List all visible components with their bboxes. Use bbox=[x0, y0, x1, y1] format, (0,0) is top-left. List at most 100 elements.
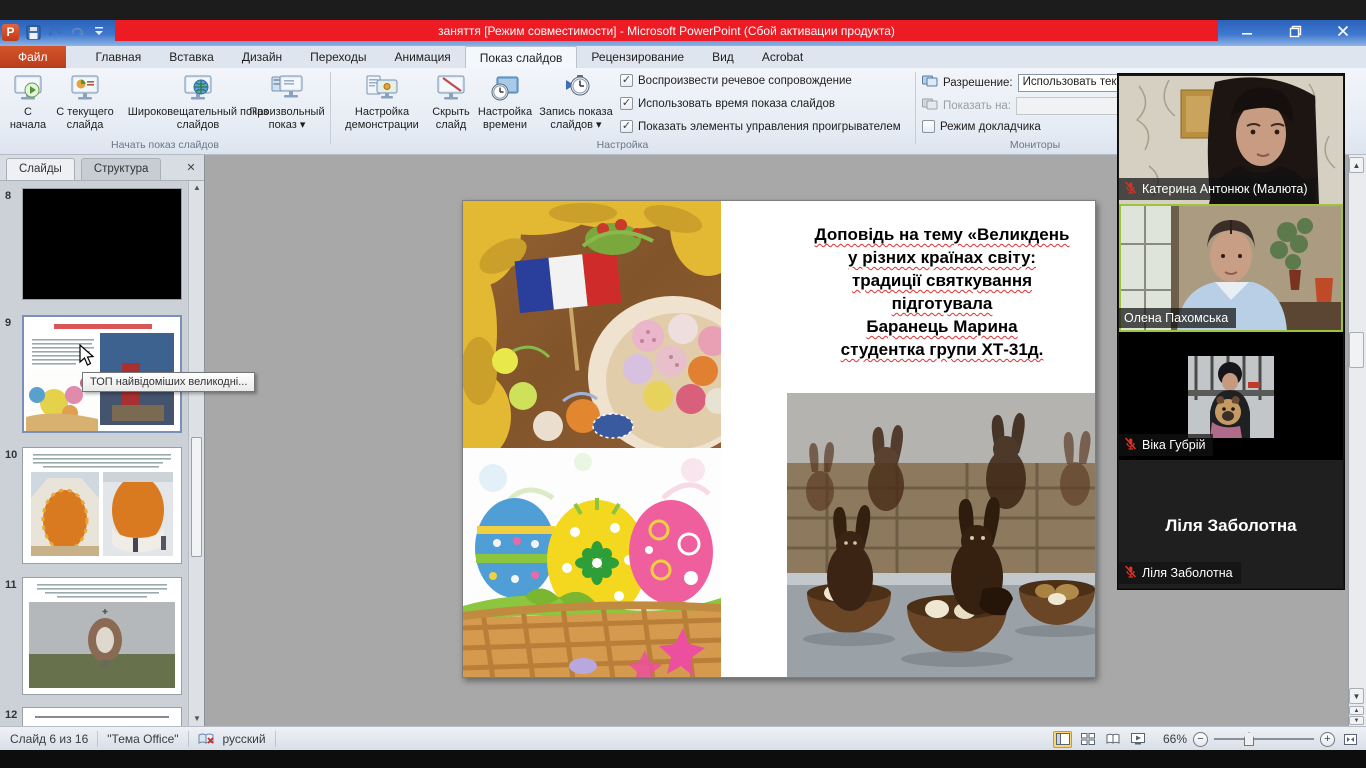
double-down-icon: ▼ bbox=[1354, 718, 1360, 724]
scroll-down-button[interactable]: ▼ bbox=[1349, 688, 1364, 704]
participant-name: Віка Губрій bbox=[1142, 438, 1205, 452]
fit-to-window-button[interactable] bbox=[1341, 731, 1360, 748]
tab-slideshow[interactable]: Показ слайдов bbox=[465, 46, 578, 68]
powerpoint-logo-icon[interactable]: P bbox=[2, 24, 19, 41]
clock-picture-icon bbox=[487, 72, 523, 106]
checkbox-unchecked-icon[interactable] bbox=[922, 120, 935, 133]
slide-counter: Слайд 6 из 16 bbox=[10, 732, 88, 746]
reading-view-button[interactable] bbox=[1103, 731, 1122, 748]
show-on-label: Показать на: bbox=[943, 100, 1011, 112]
from-current-slide-button[interactable]: С текущего слайда bbox=[52, 72, 118, 136]
scroll-down-icon[interactable]: ▼ bbox=[189, 712, 205, 726]
slide-title-text[interactable]: Доповідь на тему «Великдень у різних кра… bbox=[787, 223, 1096, 361]
normal-view-button[interactable] bbox=[1053, 731, 1072, 748]
close-button[interactable] bbox=[1328, 22, 1358, 40]
thumbnail-tooltip: ТОП найвідоміших великодні... bbox=[82, 372, 255, 392]
tab-home[interactable]: Главная bbox=[82, 46, 156, 68]
checkbox-checked-icon[interactable]: ✓ bbox=[620, 74, 633, 87]
tab-acrobat[interactable]: Acrobat bbox=[748, 46, 817, 68]
statusbar-separator bbox=[97, 731, 98, 747]
video-tile-participant-4[interactable]: Ліля Заболотна Ліля Заболотна bbox=[1119, 460, 1343, 588]
tab-file[interactable]: Файл bbox=[0, 46, 66, 68]
rehearse-timings-button[interactable]: Настройка времени bbox=[474, 72, 536, 136]
group-label-setup: Настройка bbox=[330, 139, 915, 151]
slide-text-line: у різних країнах світу: bbox=[787, 246, 1096, 269]
double-up-icon: ▲ bbox=[1354, 708, 1360, 714]
next-slide-button[interactable]: ▼ bbox=[1349, 716, 1364, 725]
statusbar-separator bbox=[188, 731, 189, 747]
scrollbar-thumb[interactable] bbox=[1349, 332, 1364, 368]
zoom-participants-panel[interactable]: Катерина Антонюк (Малюта) bbox=[1117, 73, 1345, 590]
undo-icon[interactable] bbox=[47, 24, 63, 40]
tab-review[interactable]: Рецензирование bbox=[577, 46, 698, 68]
ribbon-tab-bar: Файл Главная Вставка Дизайн Переходы Ани… bbox=[0, 46, 1366, 68]
tab-outline[interactable]: Структура bbox=[81, 158, 162, 180]
slide-thumbnail-11[interactable] bbox=[22, 577, 182, 695]
checkbox-show-media-controls[interactable]: ✓ Показать элементы управления проигрыва… bbox=[620, 120, 901, 133]
slide-sorter-view-button[interactable] bbox=[1078, 731, 1097, 748]
checkbox-play-narrations[interactable]: ✓ Воспроизвести речевое сопровождение bbox=[620, 74, 852, 87]
zoom-out-button[interactable]: − bbox=[1193, 732, 1208, 747]
checkbox-checked-icon[interactable]: ✓ bbox=[620, 120, 633, 133]
zoom-slider-thumb[interactable] bbox=[1244, 732, 1254, 746]
from-beginning-button[interactable]: С начала bbox=[6, 72, 50, 136]
scroll-up-icon[interactable]: ▲ bbox=[189, 181, 205, 195]
scrollbar-thumb[interactable] bbox=[191, 437, 202, 557]
statusbar-view-zoom-controls: 66% − + bbox=[1053, 727, 1360, 751]
video-tile-participant-3[interactable]: Віка Губрій bbox=[1119, 332, 1343, 460]
slideshow-view-button[interactable] bbox=[1128, 731, 1147, 748]
customize-qat-dropdown-icon[interactable] bbox=[91, 24, 107, 40]
scroll-up-icon: ▲ bbox=[1353, 161, 1361, 170]
previous-slide-button[interactable]: ▲ bbox=[1349, 706, 1364, 715]
monitor-hide-icon bbox=[433, 72, 469, 106]
scroll-up-button[interactable]: ▲ bbox=[1349, 157, 1364, 173]
restore-button[interactable] bbox=[1280, 22, 1310, 40]
video-tile-participant-1[interactable]: Катерина Антонюк (Малюта) bbox=[1119, 76, 1343, 204]
tab-insert[interactable]: Вставка bbox=[155, 46, 228, 68]
checkbox-label: Показать элементы управления проигрывате… bbox=[638, 121, 901, 133]
slides-panel-scrollbar[interactable]: ▲ ▼ bbox=[188, 181, 204, 726]
slide-image-eggs-french-flag bbox=[463, 201, 721, 453]
tab-slides-thumbnails[interactable]: Слайды bbox=[6, 158, 75, 180]
tab-animations[interactable]: Анимация bbox=[380, 46, 464, 68]
checkbox-presenter-view[interactable]: Режим докладчика bbox=[922, 120, 1041, 133]
theme-name[interactable]: "Тема Office" bbox=[107, 732, 178, 746]
hide-slide-button[interactable]: Скрыть слайд bbox=[428, 72, 474, 136]
slide-thumbnail-10[interactable] bbox=[22, 447, 182, 564]
redo-icon[interactable] bbox=[69, 24, 85, 40]
zoom-slider[interactable] bbox=[1214, 738, 1314, 740]
participant-name-label: Олена Пахомська bbox=[1119, 308, 1236, 328]
video-tile-participant-2[interactable]: Олена Пахомська bbox=[1119, 204, 1343, 332]
tab-view[interactable]: Вид bbox=[698, 46, 748, 68]
monitor-play-icon bbox=[10, 72, 46, 106]
slide-number: 11 bbox=[5, 579, 17, 591]
slide-thumbnail-8[interactable] bbox=[22, 188, 182, 300]
save-icon[interactable] bbox=[25, 24, 41, 40]
record-slideshow-button[interactable]: Запись показа слайдов ▾ bbox=[536, 72, 616, 136]
minimize-button[interactable] bbox=[1232, 22, 1262, 40]
statusbar-separator bbox=[275, 731, 276, 747]
muted-mic-icon bbox=[1124, 181, 1137, 197]
monitor-chart-icon bbox=[67, 72, 103, 106]
checkbox-checked-icon[interactable]: ✓ bbox=[620, 97, 633, 110]
participant-name: Олена Пахомська bbox=[1124, 311, 1228, 325]
close-panel-icon[interactable]: ✕ bbox=[183, 161, 199, 176]
setup-slideshow-button[interactable]: Настройка демонстрации bbox=[338, 72, 426, 136]
participant-name-label: Віка Губрій bbox=[1119, 434, 1213, 456]
tab-design[interactable]: Дизайн bbox=[228, 46, 296, 68]
zoom-percentage[interactable]: 66% bbox=[1153, 732, 1187, 746]
participant-3-avatar bbox=[1188, 356, 1274, 438]
tab-transitions[interactable]: Переходы bbox=[296, 46, 380, 68]
slide-thumbnail-12[interactable] bbox=[22, 707, 182, 726]
zoom-in-button[interactable]: + bbox=[1320, 732, 1335, 747]
language-indicator[interactable]: русский bbox=[223, 732, 266, 746]
ribbon-group-separator bbox=[330, 72, 331, 144]
slide-image-chocolate-bunnies bbox=[787, 393, 1096, 678]
custom-slideshow-button[interactable]: Произвольный показ ▾ bbox=[248, 72, 326, 136]
main-vertical-scrollbar[interactable] bbox=[1348, 155, 1366, 726]
clock-record-icon bbox=[558, 72, 594, 106]
current-slide[interactable]: Доповідь на тему «Великдень у різних кра… bbox=[462, 200, 1096, 678]
spellcheck-icon[interactable] bbox=[198, 732, 215, 746]
slide-text-line: підготувала bbox=[787, 292, 1096, 315]
checkbox-use-timings[interactable]: ✓ Использовать время показа слайдов bbox=[620, 97, 835, 110]
